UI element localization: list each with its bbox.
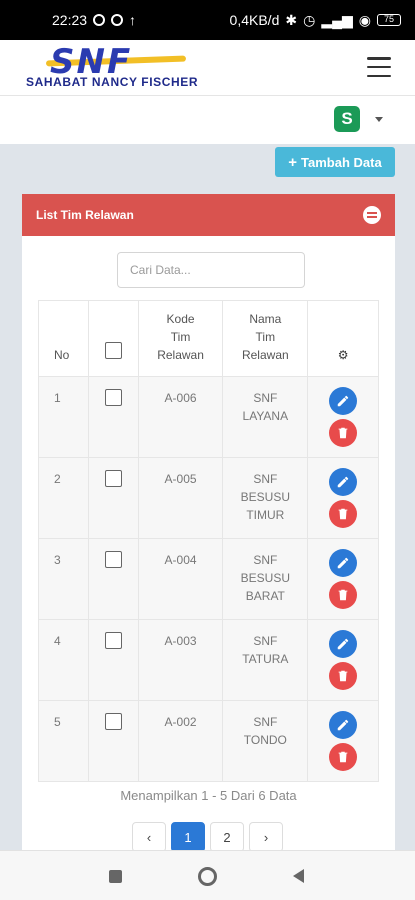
trash-icon — [338, 751, 348, 763]
table-row: 4 A-003 SNF TATURA — [38, 619, 379, 701]
row-checkbox[interactable] — [104, 389, 122, 406]
delete-button[interactable] — [329, 500, 358, 528]
edit-button[interactable] — [329, 630, 358, 658]
main-content: + Tambah Data List Tim Relawan No Kode T… — [0, 144, 415, 850]
kode-cell: A-002 — [137, 700, 224, 782]
nama-cell: SNF BESUSU TIMUR — [222, 457, 309, 539]
delete-button[interactable] — [329, 662, 358, 690]
snf-logo[interactable]: SNF SAHABAT NANCY FISCHER — [26, 40, 199, 92]
user-bar: S — [0, 96, 415, 144]
network-speed: 0,4KB/d — [229, 12, 280, 28]
wifi-icon: ◉ — [358, 11, 371, 28]
menu-icon[interactable] — [367, 57, 391, 77]
bluetooth-icon: ✱ — [285, 11, 298, 28]
pencil-icon — [337, 638, 349, 650]
pencil-icon — [337, 476, 349, 488]
nama-cell: SNF TATURA — [222, 619, 309, 701]
team-table: No Kode Tim Relawan Nama Tim Relawan ⚙ 1… — [38, 300, 379, 782]
col-actions: ⚙ — [307, 300, 379, 377]
status-bar: 22:23 ↑ 0,4KB/d ✱ ◷ ▂▄▆ ◉ 75 — [0, 0, 415, 40]
whatsapp-icon — [93, 14, 106, 26]
trash-icon — [338, 427, 348, 439]
edit-button[interactable] — [329, 468, 358, 496]
panel-header: List Tim Relawan — [22, 194, 395, 236]
back-icon[interactable] — [293, 869, 304, 883]
panel-title: List Tim Relawan — [36, 208, 134, 222]
kode-cell: A-006 — [137, 376, 224, 458]
col-kode: Kode Tim Relawan — [137, 300, 224, 377]
pencil-icon — [337, 719, 349, 731]
chevron-down-icon[interactable] — [375, 117, 383, 122]
search-input[interactable] — [117, 252, 305, 288]
edit-button[interactable] — [329, 549, 358, 577]
nama-cell: SNF TONDO — [222, 700, 309, 782]
table-row: 2 A-005 SNF BESUSU TIMUR — [38, 457, 379, 539]
trash-icon — [338, 670, 348, 682]
logo-tagline: SAHABAT NANCY FISCHER — [26, 75, 199, 89]
kode-cell: A-005 — [137, 457, 224, 539]
table-header-row: No Kode Tim Relawan Nama Tim Relawan ⚙ — [38, 300, 379, 377]
system-nav-bar — [0, 850, 415, 900]
edit-button[interactable] — [329, 387, 358, 415]
trash-icon — [338, 508, 348, 520]
home-icon[interactable] — [198, 867, 217, 886]
gear-icon: ⚙ — [337, 348, 349, 362]
battery-icon: 75 — [377, 14, 401, 26]
app-header: SNF SAHABAT NANCY FISCHER — [0, 40, 415, 96]
nama-cell: SNF BESUSU BARAT — [222, 538, 309, 620]
row-checkbox[interactable] — [104, 632, 122, 649]
delete-button[interactable] — [329, 743, 358, 771]
row-checkbox[interactable] — [104, 713, 122, 730]
select-all-checkbox[interactable] — [104, 342, 122, 359]
page-2-button[interactable]: 2 — [210, 822, 244, 850]
upload-icon: ↑ — [129, 12, 137, 28]
add-data-label: Tambah Data — [301, 154, 382, 170]
status-time: 22:23 — [52, 12, 88, 28]
table-row: 5 A-002 SNF TONDO — [38, 700, 379, 782]
kode-cell: A-003 — [137, 619, 224, 701]
pagination: ‹ 1 2 › — [132, 822, 283, 850]
edit-button[interactable] — [329, 711, 358, 739]
next-page-button[interactable]: › — [249, 822, 283, 850]
notification-icon — [111, 14, 124, 26]
pencil-icon — [337, 395, 349, 407]
col-nama: Nama Tim Relawan — [222, 300, 309, 377]
results-info: Menampilkan 1 - 5 Dari 6 Data — [120, 788, 297, 803]
kode-cell: A-004 — [137, 538, 224, 620]
alarm-icon: ◷ — [303, 11, 316, 28]
page-1-button[interactable]: 1 — [171, 822, 205, 850]
delete-button[interactable] — [329, 581, 358, 609]
user-app-icon[interactable]: S — [334, 106, 360, 132]
trash-icon — [338, 589, 348, 601]
signal-icon: ▂▄▆ — [321, 11, 353, 28]
plus-icon: + — [288, 153, 298, 171]
team-list-panel: List Tim Relawan No Kode Tim Relawan — [22, 194, 395, 850]
col-no: No — [38, 300, 89, 377]
recents-icon[interactable] — [109, 870, 122, 883]
delete-button[interactable] — [329, 419, 358, 447]
nama-cell: SNF LAYANA — [222, 376, 309, 458]
prev-page-button[interactable]: ‹ — [132, 822, 166, 850]
col-select — [87, 300, 139, 377]
table-row: 3 A-004 SNF BESUSU BARAT — [38, 538, 379, 620]
pencil-icon — [337, 557, 349, 569]
row-checkbox[interactable] — [104, 470, 122, 487]
row-checkbox[interactable] — [104, 551, 122, 568]
collapse-icon[interactable] — [363, 206, 381, 224]
table-row: 1 A-006 SNF LAYANA — [38, 376, 379, 458]
add-data-button[interactable]: + Tambah Data — [275, 147, 395, 177]
